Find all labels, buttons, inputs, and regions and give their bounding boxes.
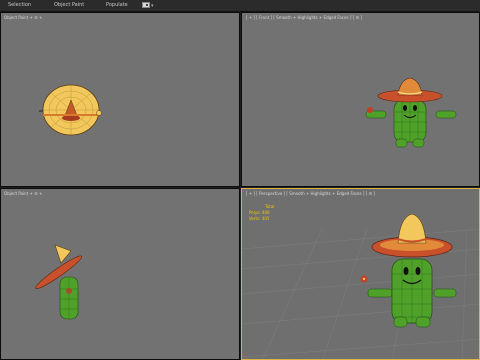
left-view-cactus-model: [35, 244, 83, 320]
front-view-cactus-model: [365, 77, 457, 148]
tab-populate[interactable]: Populate: [106, 3, 128, 8]
ribbon-tabs-bar: Selection Object Paint Populate ▾: [0, 0, 480, 12]
viewport-left[interactable]: Object Paint + ☰ +: [0, 188, 240, 360]
top-view-hat-model: [39, 84, 102, 136]
tab-selection[interactable]: Selection: [8, 3, 31, 8]
viewport-top[interactable]: Object Paint + ☰ +: [0, 12, 240, 187]
perspective-view-cactus-model: [242, 213, 479, 359]
chevron-down-icon[interactable]: ▾: [151, 3, 154, 9]
viewport-perspective[interactable]: [ + ] [ Perspective ] [ Smooth + Highlig…: [241, 188, 480, 360]
viewport-front[interactable]: [ + ] [ Front ] [ Smooth + Highlights + …: [241, 12, 480, 187]
tab-object-paint[interactable]: Object Paint: [54, 3, 84, 8]
ribbon-toggle-icon[interactable]: [142, 2, 150, 8]
